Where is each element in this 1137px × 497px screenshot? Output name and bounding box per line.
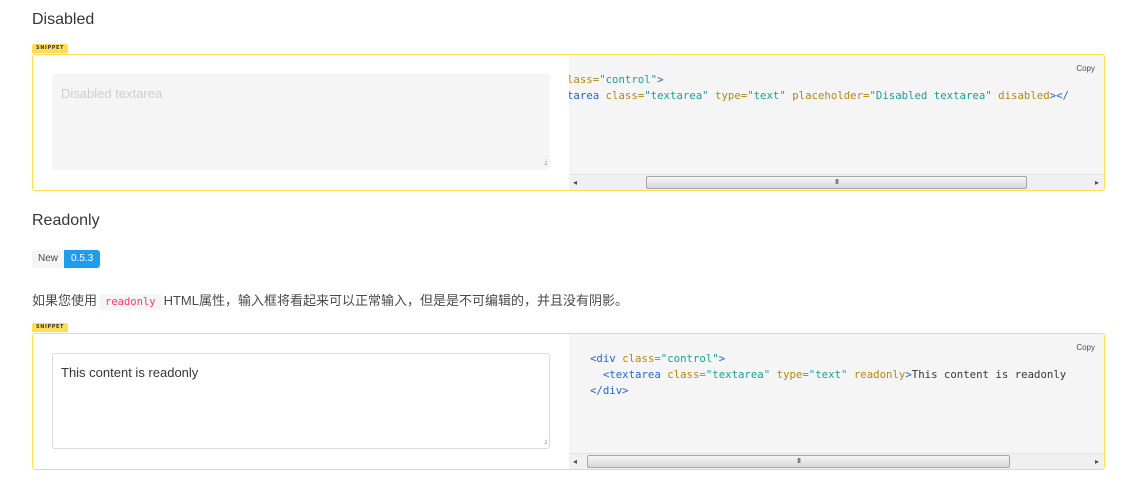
- code-token: class=: [667, 368, 706, 381]
- snippet-label: SNIPPET: [32, 44, 69, 53]
- code-token: >: [657, 73, 664, 86]
- snippet-code-panel: Copy lass="control"> tarea class="textar…: [569, 55, 1104, 190]
- description-text-before: 如果您使用: [32, 293, 98, 308]
- readonly-textarea[interactable]: This content is readonly .:i: [52, 353, 550, 449]
- resize-grip-icon: .:i: [543, 160, 548, 167]
- readonly-description: 如果您使用 readonly HTML属性，输入框将看起来可以正常输入，但是是不可编…: [32, 290, 628, 310]
- snippet-preview: Disabled textarea .:i: [33, 55, 569, 190]
- snippet-disabled: Disabled textarea .:i Copy lass="control…: [32, 54, 1105, 191]
- code-line: </div>: [590, 384, 629, 397]
- code-token: "textarea": [644, 89, 709, 102]
- horizontal-scrollbar[interactable]: ◂ III ▸: [569, 174, 1104, 190]
- code-token: >: [718, 352, 726, 365]
- code-token: type=: [708, 89, 748, 102]
- snippet-label: SNIPPET: [32, 323, 69, 332]
- scroll-right-arrow-icon[interactable]: ▸: [1095, 455, 1099, 468]
- textarea-value: This content is readonly: [61, 365, 199, 380]
- snippet-code-panel: Copy <div class="control"> <textarea cla…: [569, 334, 1104, 469]
- code-token: class=: [622, 352, 661, 365]
- code-line: lass="control">: [569, 73, 664, 86]
- code-token: <textarea: [590, 368, 668, 381]
- tag-version: 0.5.3: [64, 250, 101, 268]
- code-token: "text": [747, 89, 786, 102]
- code-token: "control": [660, 352, 719, 365]
- textarea-placeholder: Disabled textarea: [61, 86, 163, 101]
- code-token: ></: [1049, 89, 1069, 102]
- scrollbar-thumb[interactable]: III: [587, 455, 1010, 468]
- code-token: disabled: [991, 89, 1050, 102]
- version-tags: New 0.5.3: [32, 250, 101, 268]
- disabled-textarea: Disabled textarea .:i: [52, 74, 550, 170]
- snippet-readonly: This content is readonly .:i Copy <div c…: [32, 333, 1105, 470]
- copy-button[interactable]: Copy: [1076, 343, 1095, 352]
- inline-code-readonly: readonly: [100, 294, 161, 310]
- code-token: </div>: [590, 384, 629, 397]
- code-token: "Disabled textarea": [869, 89, 992, 102]
- code-token: readonly: [847, 368, 906, 381]
- scroll-right-arrow-icon[interactable]: ▸: [1095, 176, 1099, 189]
- code-line: <div class="control">: [590, 352, 725, 365]
- code-block: lass="control"> tarea class="textarea" t…: [569, 72, 1069, 104]
- snippet-preview: This content is readonly .:i: [33, 334, 569, 469]
- code-token: type=: [770, 368, 809, 381]
- code-line: <textarea class="textarea" type="text" r…: [590, 368, 1066, 381]
- scrollbar-thumb[interactable]: III: [646, 176, 1027, 189]
- scroll-left-arrow-icon[interactable]: ◂: [573, 176, 577, 189]
- code-token: tarea: [569, 89, 606, 102]
- copy-button[interactable]: Copy: [1076, 64, 1095, 73]
- code-block: <div class="control"> <textarea class="t…: [590, 351, 1066, 399]
- horizontal-scrollbar[interactable]: ◂ III ▸: [569, 453, 1104, 469]
- resize-grip-icon: .:i: [543, 439, 548, 446]
- scroll-left-arrow-icon[interactable]: ◂: [573, 455, 577, 468]
- code-line: tarea class="textarea" type="text" place…: [569, 89, 1069, 102]
- code-token: class=: [605, 89, 645, 102]
- code-token: "textarea": [705, 368, 771, 381]
- code-token: This content is readonly: [911, 368, 1067, 381]
- code-token: lass=: [569, 73, 600, 86]
- code-token: "text": [808, 368, 848, 381]
- code-token: <div: [590, 352, 623, 365]
- section-title-disabled: Disabled: [32, 11, 95, 28]
- tag-new: New: [32, 250, 65, 268]
- code-token: placeholder=: [785, 89, 870, 102]
- section-title-readonly: Readonly: [32, 212, 100, 229]
- description-text-after: HTML属性，输入框将看起来可以正常输入，但是是不可编辑的，并且没有阴影。: [163, 293, 628, 308]
- code-token: "control": [599, 73, 658, 86]
